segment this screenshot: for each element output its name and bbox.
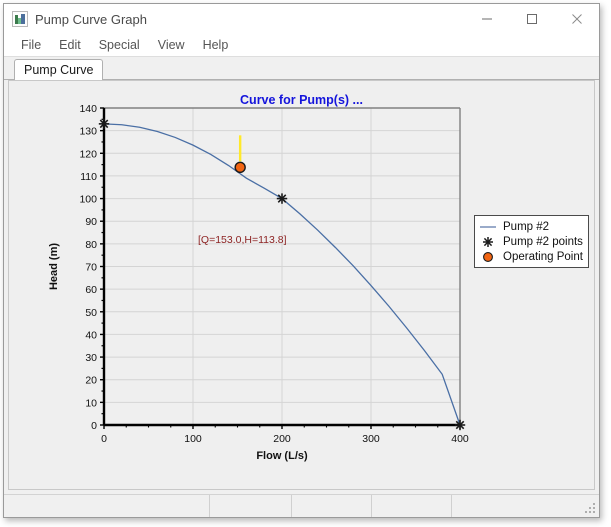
svg-text:140: 140 <box>79 103 97 115</box>
tab-pump-curve[interactable]: Pump Curve <box>14 59 104 80</box>
legend-entry-pump2-points: Pump #2 points <box>479 234 583 249</box>
svg-text:110: 110 <box>80 171 97 183</box>
title-bar: Pump Curve Graph <box>4 4 599 34</box>
svg-text:40: 40 <box>85 329 97 341</box>
svg-text:90: 90 <box>85 216 97 228</box>
menu-item-view[interactable]: View <box>149 36 194 54</box>
legend-entry-pump2: Pump #2 <box>479 219 583 234</box>
svg-text:70: 70 <box>85 262 97 274</box>
status-cell-0 <box>4 495 210 517</box>
svg-text:Flow (L/s): Flow (L/s) <box>256 450 308 462</box>
svg-text:100: 100 <box>79 194 97 206</box>
svg-text:10: 10 <box>85 397 97 409</box>
operating-point-annotation: [Q=153.0,H=113.8] <box>198 234 287 246</box>
circle-key-icon <box>479 250 499 264</box>
legend-entry-operating-point: Operating Point <box>479 249 583 264</box>
status-cell-3 <box>372 495 452 517</box>
window-controls <box>464 4 599 34</box>
svg-text:80: 80 <box>85 239 97 251</box>
pump-curve-plot: 0 10 20 30 40 50 60 70 80 90 100 110 120 130 140 0 100 20… <box>48 103 469 462</box>
legend-label-pump2: Pump #2 <box>503 220 550 233</box>
legend-label-operating-point: Operating Point <box>503 250 583 263</box>
pump-curve-window: Pump Curve Graph File Edit Special View … <box>3 3 600 518</box>
chart-legend: Pump #2 Pump #2 points Operating Point <box>474 215 589 268</box>
svg-text:100: 100 <box>184 433 202 445</box>
status-cell-4 <box>452 495 599 517</box>
line-key-icon <box>479 220 499 234</box>
chart-panel: Curve for Pump(s) ... 0 10 20 30 40 50 60 70 80 9… <box>8 80 595 490</box>
status-cell-1 <box>210 495 292 517</box>
close-icon[interactable] <box>554 4 599 34</box>
svg-text:30: 30 <box>85 352 97 364</box>
chart-icon <box>12 11 28 27</box>
menu-item-help[interactable]: Help <box>194 36 238 54</box>
tab-strip: Pump Curve <box>4 57 599 80</box>
minimize-icon[interactable] <box>464 4 509 34</box>
menu-item-edit[interactable]: Edit <box>50 36 90 54</box>
svg-text:120: 120 <box>79 148 97 160</box>
menu-item-file[interactable]: File <box>12 36 50 54</box>
svg-text:0: 0 <box>101 433 107 445</box>
star-key-icon <box>479 235 499 249</box>
svg-text:20: 20 <box>85 375 97 387</box>
svg-text:60: 60 <box>85 284 97 296</box>
resize-grip-icon[interactable] <box>584 502 597 515</box>
window-title: Pump Curve Graph <box>35 11 147 27</box>
svg-text:200: 200 <box>273 433 291 445</box>
svg-text:50: 50 <box>85 307 97 319</box>
menu-bar: File Edit Special View Help <box>4 34 599 57</box>
menu-item-special[interactable]: Special <box>90 36 149 54</box>
svg-text:Head (m): Head (m) <box>48 243 60 290</box>
status-cell-2 <box>292 495 372 517</box>
svg-text:400: 400 <box>451 433 469 445</box>
svg-text:130: 130 <box>79 126 97 138</box>
legend-label-pump2-points: Pump #2 points <box>503 235 583 248</box>
chart-stage: Curve for Pump(s) ... 0 10 20 30 40 50 60 70 80 9… <box>9 81 594 489</box>
svg-text:300: 300 <box>362 433 380 445</box>
maximize-icon[interactable] <box>509 4 554 34</box>
svg-text:0: 0 <box>91 420 97 432</box>
status-bar <box>4 494 599 517</box>
